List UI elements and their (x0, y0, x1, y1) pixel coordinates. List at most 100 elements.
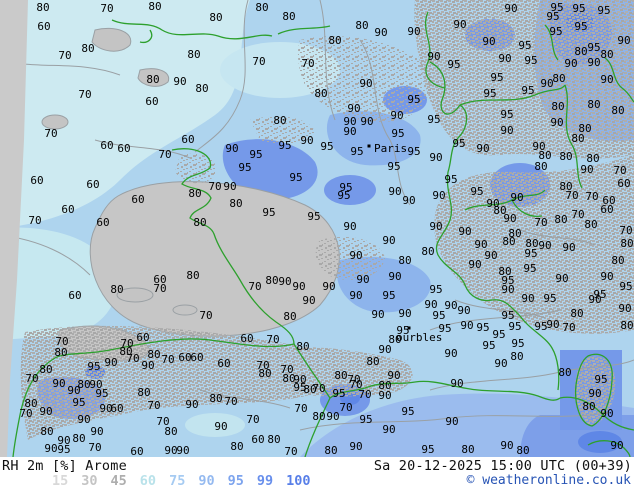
rh-value-label: 70 (100, 2, 113, 15)
rh-value-label: 80 (510, 350, 523, 363)
rh-value-label: 80 (282, 10, 295, 23)
rh-value-label: 90 (444, 347, 457, 360)
rh-value-label: 80 (584, 218, 597, 231)
rh-value-label: 90 (503, 212, 516, 225)
rh-value-label: 70 (619, 224, 632, 237)
rh-value-label: 60 (110, 402, 123, 415)
rh-value-label: 95 (289, 171, 302, 184)
rh-value-label: 70 (358, 388, 371, 401)
rh-value-label: 90 (322, 280, 335, 293)
rh-value-label: 90 (555, 272, 568, 285)
rh-value-label: 70 (25, 372, 38, 385)
rh-value-label: 80 (554, 213, 567, 226)
rh-value-label: 90 (476, 142, 489, 155)
rh-value-label: 80 (398, 254, 411, 267)
rh-value-label: 80 (209, 11, 222, 24)
rh-value-label: 90 (374, 26, 387, 39)
rh-value-label: 95 (483, 87, 496, 100)
rh-value-label: 80 (570, 307, 583, 320)
rh-value-label: 90 (429, 220, 442, 233)
rh-value-label: 95 (470, 185, 483, 198)
rh-value-label: 95 (429, 283, 442, 296)
rh-value-label: 80 (81, 42, 94, 55)
rh-value-label: 90 (546, 318, 559, 331)
rh-value-label: 60 (86, 178, 99, 191)
rh-value-label: 80 (40, 425, 53, 438)
rh-value-label: 80 (502, 235, 515, 248)
rh-value-label: 90 (302, 294, 315, 307)
rh-value-label: 90 (500, 124, 513, 137)
rh-value-label: 95 (482, 339, 495, 352)
rh-value-label: 90 (429, 151, 442, 164)
rh-value-label: 80 (39, 363, 52, 376)
rh-value-label: 80 (421, 245, 434, 258)
rh-value-label: 80 (193, 216, 206, 229)
rh-value-label: 60 (617, 177, 630, 190)
rh-value-label: 70 (28, 214, 41, 227)
rh-value-label: 80 (314, 87, 327, 100)
rh-value-label: 80 (571, 132, 584, 145)
rh-value-label: 95 (262, 206, 275, 219)
rh-value-label: 80 (600, 48, 613, 61)
copyright-notice: © weatheronline.co.uk (467, 473, 631, 488)
rh-value-label: 80 (551, 100, 564, 113)
rh-value-label: 70 (153, 282, 166, 295)
rh-value-label: 95 (320, 140, 333, 153)
rh-value-label: 90 (510, 191, 523, 204)
rh-value-label: 90 (371, 308, 384, 321)
rh-value-label: 80 (258, 367, 271, 380)
rh-value-label: 90 (214, 420, 227, 433)
rh-value-label: 95 (508, 320, 521, 333)
rh-value-label: 90 (326, 410, 339, 423)
rh-value-label: 90 (588, 387, 601, 400)
rh-value-label: 80 (587, 98, 600, 111)
rh-value-label: 70 (248, 280, 261, 293)
rh-value-label: 90 (360, 115, 373, 128)
rh-value-label: 90 (587, 56, 600, 69)
rh-value-label: 80 (620, 237, 633, 250)
rh-value-label: 60 (240, 332, 253, 345)
rh-value-label: 60 (181, 133, 194, 146)
rh-value-label: 90 (580, 163, 593, 176)
rh-value-label: 60 (131, 193, 144, 206)
rh-value-label: 95 (307, 210, 320, 223)
rh-value-label: 95 (619, 280, 632, 293)
legend-value-75: 75 (169, 473, 185, 489)
legend-value-30: 30 (81, 473, 97, 489)
rh-value-label: 70 (126, 352, 139, 365)
rh-value-label: 95 (332, 387, 345, 400)
rh-value-label: 90 (498, 52, 511, 65)
rh-value-label: 70 (58, 49, 71, 62)
rh-value-label: 90 (610, 439, 623, 452)
rh-value-label: 90 (223, 180, 236, 193)
rh-value-label: 60 (68, 289, 81, 302)
rh-value-label: 90 (407, 25, 420, 38)
legend-value-45: 45 (111, 473, 127, 489)
rh-value-label: 90 (343, 125, 356, 138)
rh-value-label: 95 (407, 145, 420, 158)
rh-value-label: 90 (141, 359, 154, 372)
rh-value-label: 90 (176, 444, 189, 457)
footer-row-1: RH 2m [%] Arome Sa 20-12-2025 15:00 UTC … (0, 457, 634, 474)
rh-value-label: 95 (523, 262, 536, 275)
rh-value-label: 90 (482, 35, 495, 48)
rh-value-label: 70 (284, 445, 297, 457)
rh-value-label: 80 (328, 34, 341, 47)
rh-value-label: 80 (230, 440, 243, 453)
rh-value-label: 90 (104, 356, 117, 369)
rh-value-label: 80 (137, 386, 150, 399)
rh-value-label: 90 (460, 319, 473, 332)
rh-value-label: 95 (337, 189, 350, 202)
rh-value-label: 90 (521, 292, 534, 305)
rh-value-label: 80 (195, 82, 208, 95)
rh-value-label: 95 (350, 145, 363, 158)
rh-value-label: 70 (19, 407, 32, 420)
rh-value-label: 90 (388, 185, 401, 198)
rh-value-label: 60 (145, 95, 158, 108)
rh-value-label: 60 (130, 445, 143, 457)
rh-value-label: 80 (36, 1, 49, 14)
rh-value-label: 95 (238, 161, 251, 174)
rh-value-label: 90 (382, 423, 395, 436)
rh-value-label: 95 (382, 289, 395, 302)
rh-value-label: 60 (600, 203, 613, 216)
